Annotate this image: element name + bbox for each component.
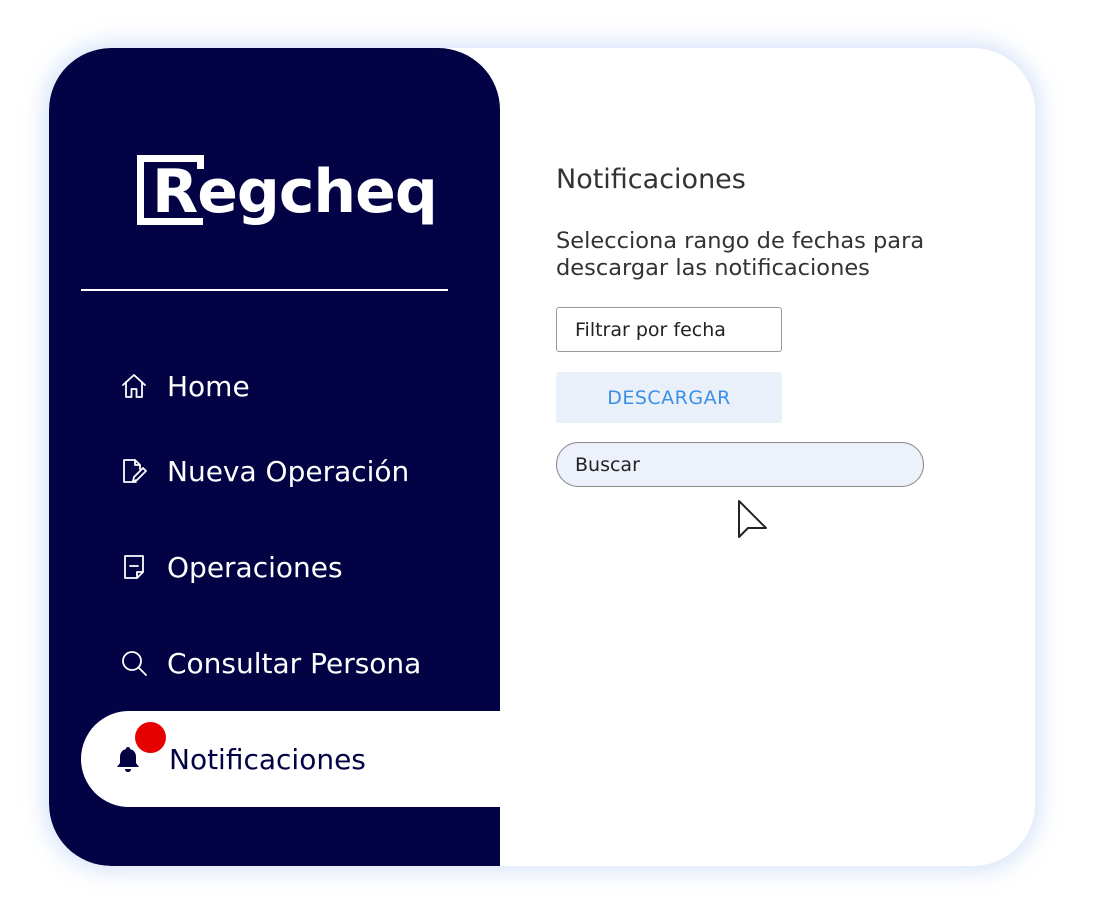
- bell-icon: [113, 722, 166, 774]
- sidebar-item-consultar-persona[interactable]: Consultar Persona: [119, 643, 421, 683]
- sidebar-divider: [81, 289, 448, 291]
- search-icon: [119, 648, 149, 678]
- page-description: Selecciona rango de fechas para descarga…: [556, 228, 925, 281]
- app-window: Regcheq Home Nueva Operación Operaciones…: [49, 48, 1035, 866]
- notification-badge: [135, 722, 166, 753]
- sidebar-item-label: Home: [167, 369, 250, 403]
- search-button[interactable]: Buscar: [556, 442, 924, 487]
- home-icon: [119, 371, 149, 401]
- sidebar-item-operaciones[interactable]: Operaciones: [119, 547, 343, 587]
- sidebar-item-label: Nueva Operación: [167, 454, 410, 488]
- sidebar-item-label: Notificaciones: [169, 742, 366, 776]
- page-title: Notificaciones: [556, 164, 746, 195]
- sidebar-item-label: Operaciones: [167, 550, 343, 584]
- date-filter-input[interactable]: Filtrar por fecha: [556, 307, 782, 352]
- sidebar-item-home[interactable]: Home: [119, 366, 250, 406]
- document-icon: [119, 552, 149, 582]
- download-button[interactable]: DESCARGAR: [556, 372, 782, 423]
- sidebar-item-notificaciones[interactable]: Notificaciones: [81, 711, 511, 807]
- mouse-cursor-icon: [738, 500, 767, 538]
- sidebar-item-label: Consultar Persona: [167, 646, 422, 680]
- logo-text: Regcheq: [152, 157, 438, 227]
- edit-document-icon: [119, 456, 149, 486]
- regcheq-logo: Regcheq: [137, 152, 438, 232]
- sidebar-item-nueva-operacion[interactable]: Nueva Operación: [119, 451, 409, 491]
